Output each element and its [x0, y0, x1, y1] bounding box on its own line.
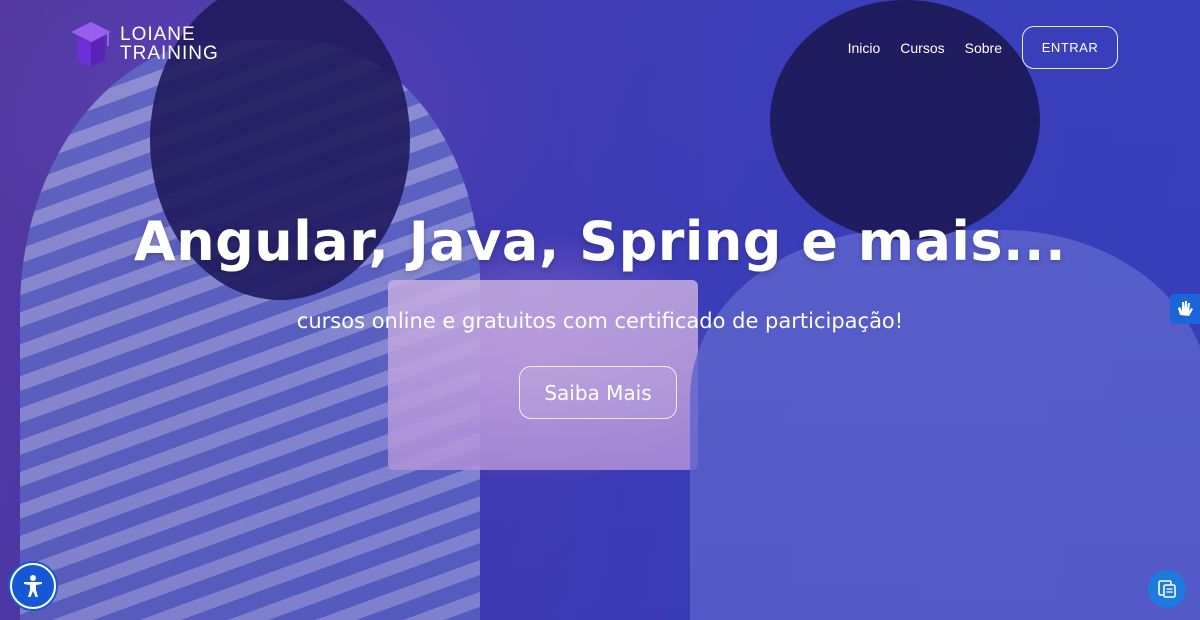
chat-support-button[interactable] [1148, 570, 1186, 608]
saiba-mais-button[interactable]: Saiba Mais [519, 366, 677, 419]
login-button[interactable]: ENTRAR [1022, 26, 1118, 69]
accessibility-button[interactable] [10, 563, 56, 609]
site-logo[interactable]: LOIANE TRAINING [70, 20, 219, 68]
nav-link-sobre[interactable]: Sobre [965, 40, 1002, 56]
logo-line-2: TRAINING [120, 43, 219, 64]
nav-link-inicio[interactable]: Inicio [848, 40, 881, 56]
sign-language-widget[interactable] [1170, 294, 1200, 324]
hero-headline: Angular, Java, Spring e mais... [133, 210, 1067, 273]
graduation-cap-icon [71, 22, 111, 67]
chat-support-icon [1158, 580, 1176, 598]
accessibility-person-icon [24, 575, 42, 597]
logo-line-1: LOIANE [120, 24, 196, 45]
nav-link-cursos[interactable]: Cursos [900, 40, 944, 56]
logo-text: LOIANE TRAINING [120, 25, 219, 63]
main-nav: Inicio Cursos Sobre ENTRAR [848, 26, 1118, 69]
hero-subheadline: cursos online e gratuitos com certificad… [296, 309, 904, 333]
sign-language-hands-icon [1178, 301, 1193, 316]
